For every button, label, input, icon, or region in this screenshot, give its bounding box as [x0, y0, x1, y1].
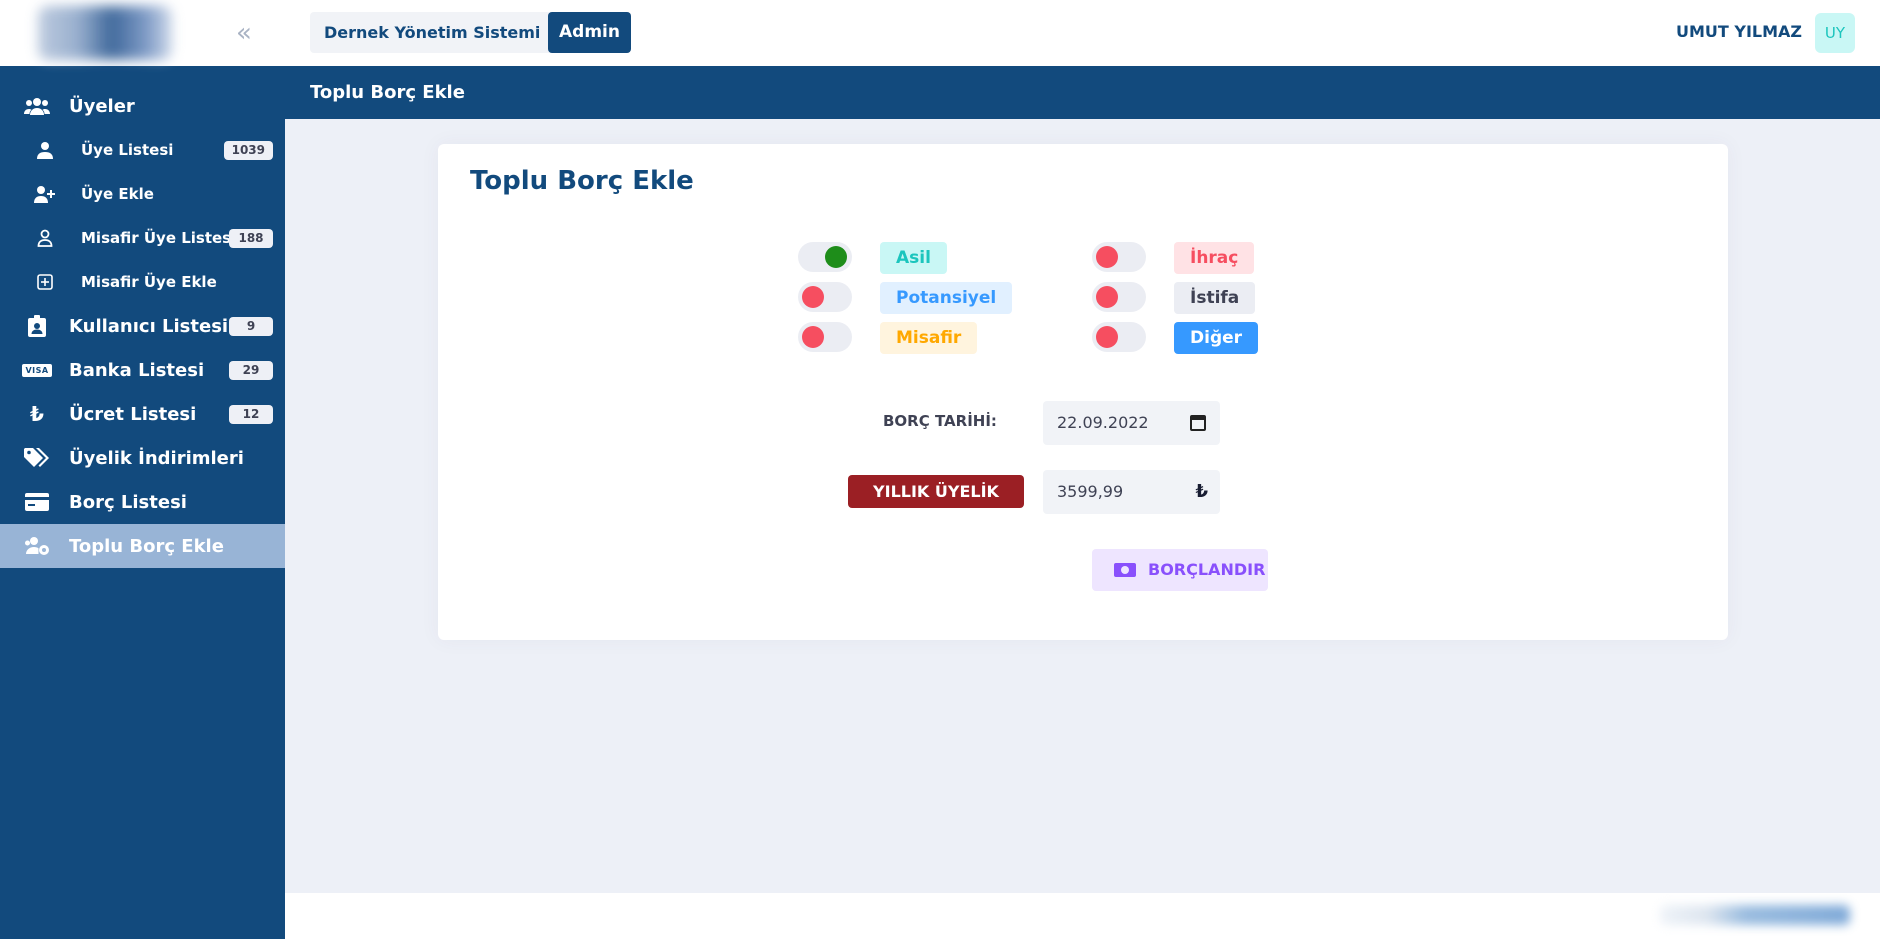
toggle-knob [825, 246, 847, 268]
toggle-knob [802, 286, 824, 308]
user-plus-icon [34, 184, 56, 204]
toggle-knob [1096, 286, 1118, 308]
status-tag-asil: Asil [880, 242, 947, 274]
footer [285, 893, 1880, 939]
system-name-button[interactable]: Dernek Yönetim Sistemi [310, 12, 555, 53]
status-tag-ihrac: İhraç [1174, 242, 1255, 274]
sidebar-item-label: Misafir Üye Ekle [81, 273, 217, 291]
sidebar-item-label: Ücret Listesi [69, 403, 197, 425]
borclandir-label: BORÇLANDIR [1148, 560, 1266, 579]
sidebar-item-toplu-borc-ekle[interactable]: Toplu Borç Ekle [0, 524, 285, 568]
sidebar-item-misafir-uye-listesi[interactable]: Misafir Üye Listesi 188 [0, 216, 285, 260]
sidebar-item-label: Üyeler [69, 95, 135, 117]
logo [38, 6, 172, 60]
top-header: Dernek Yönetim Sistemi Admin UMUT YILMAZ… [285, 0, 1880, 66]
admin-button[interactable]: Admin [548, 12, 631, 53]
money-bill-icon [1114, 563, 1136, 577]
user-outline-icon [34, 228, 56, 248]
calendar-icon[interactable] [1190, 415, 1206, 431]
credit-card-icon [24, 491, 50, 513]
sidebar-item-label: Misafir Üye Listesi [81, 229, 237, 247]
sidebar-item-borc-listesi[interactable]: Borç Listesi [0, 480, 285, 524]
footer-credit [1660, 905, 1850, 925]
sidebar-item-ucret-listesi[interactable]: ₺ Ücret Listesi 12 [0, 392, 285, 436]
toggle-diger[interactable] [1092, 322, 1146, 352]
sidebar-menu: Üyeler Üye Listesi 1039 Üye Ekle Misafir… [0, 66, 285, 568]
debt-date-input[interactable]: 22.09.2022 [1043, 401, 1220, 445]
fee-amount-value: 3599,99 [1057, 482, 1124, 501]
toggle-knob [1096, 246, 1118, 268]
visa-card-icon: VISA [22, 359, 52, 381]
users-icon [24, 95, 50, 117]
user-icon [34, 140, 56, 160]
sidebar-item-kullanici-listesi[interactable]: Kullanıcı Listesi 9 [0, 304, 285, 348]
sidebar-item-label: Üye Listesi [81, 141, 174, 159]
sidebar-item-label: Üye Ekle [81, 185, 154, 203]
toggle-ihrac[interactable] [1092, 242, 1146, 272]
count-badge: 12 [229, 405, 273, 424]
debt-date-label: BORÇ TARİHİ: [883, 412, 997, 430]
toggle-potansiyel[interactable] [798, 282, 852, 312]
sidebar-item-label: Toplu Borç Ekle [69, 535, 224, 557]
id-badge-icon [24, 315, 50, 337]
status-tag-potansiyel: Potansiyel [880, 282, 1013, 314]
sidebar-item-uye-listesi[interactable]: Üye Listesi 1039 [0, 128, 285, 172]
sidebar: « Üyeler Üye Listesi 1039 Üye Ekle Misaf… [0, 0, 285, 939]
sidebar-item-misafir-uye-ekle[interactable]: Misafir Üye Ekle [0, 260, 285, 304]
sidebar-item-uye-ekle[interactable]: Üye Ekle [0, 172, 285, 216]
count-badge: 9 [229, 317, 273, 336]
avatar[interactable]: UY [1815, 13, 1855, 53]
toggle-knob [802, 326, 824, 348]
subheader: Toplu Borç Ekle [285, 66, 1880, 119]
debt-date-value: 22.09.2022 [1057, 413, 1149, 432]
sidebar-item-banka-listesi[interactable]: VISA Banka Listesi 29 [0, 348, 285, 392]
status-tag-misafir: Misafir [880, 322, 978, 354]
page-title: Toplu Borç Ekle [470, 166, 694, 196]
toggle-misafir[interactable] [798, 322, 852, 352]
toggle-knob [1096, 326, 1118, 348]
sidebar-item-label: Üyelik İndirimleri [69, 447, 244, 469]
count-badge: 1039 [223, 141, 273, 160]
bulk-debt-card: Toplu Borç Ekle Asil Potansiyel Misafir … [438, 144, 1728, 640]
lira-icon: ₺ [30, 402, 44, 426]
toggle-istifa[interactable] [1092, 282, 1146, 312]
annual-membership-button[interactable]: YILLIK ÜYELİK [848, 475, 1024, 508]
borclandir-button[interactable]: BORÇLANDIR [1092, 549, 1268, 591]
user-name[interactable]: UMUT YILMAZ [1676, 22, 1802, 41]
sidebar-item-uyeler[interactable]: Üyeler [0, 84, 285, 128]
toggle-asil[interactable] [798, 242, 852, 272]
sidebar-item-label: Kullanıcı Listesi [69, 315, 229, 337]
status-tag-istifa: İstifa [1174, 282, 1256, 314]
brand-area: « [0, 0, 285, 66]
count-badge: 188 [229, 229, 273, 248]
users-cog-icon [24, 535, 50, 557]
collapse-sidebar-icon[interactable]: « [228, 18, 254, 48]
count-badge: 29 [229, 361, 273, 380]
fee-amount-input[interactable]: 3599,99 ₺ [1043, 470, 1220, 514]
plus-square-icon [34, 272, 56, 292]
tags-icon [24, 447, 50, 469]
sidebar-item-label: Borç Listesi [69, 491, 187, 513]
status-tag-diger: Diğer [1174, 322, 1259, 354]
sidebar-item-uyelik-indirimleri[interactable]: Üyelik İndirimleri [0, 436, 285, 480]
subheader-title: Toplu Borç Ekle [310, 82, 465, 103]
sidebar-item-label: Banka Listesi [69, 359, 205, 381]
lira-icon: ₺ [1195, 481, 1208, 502]
